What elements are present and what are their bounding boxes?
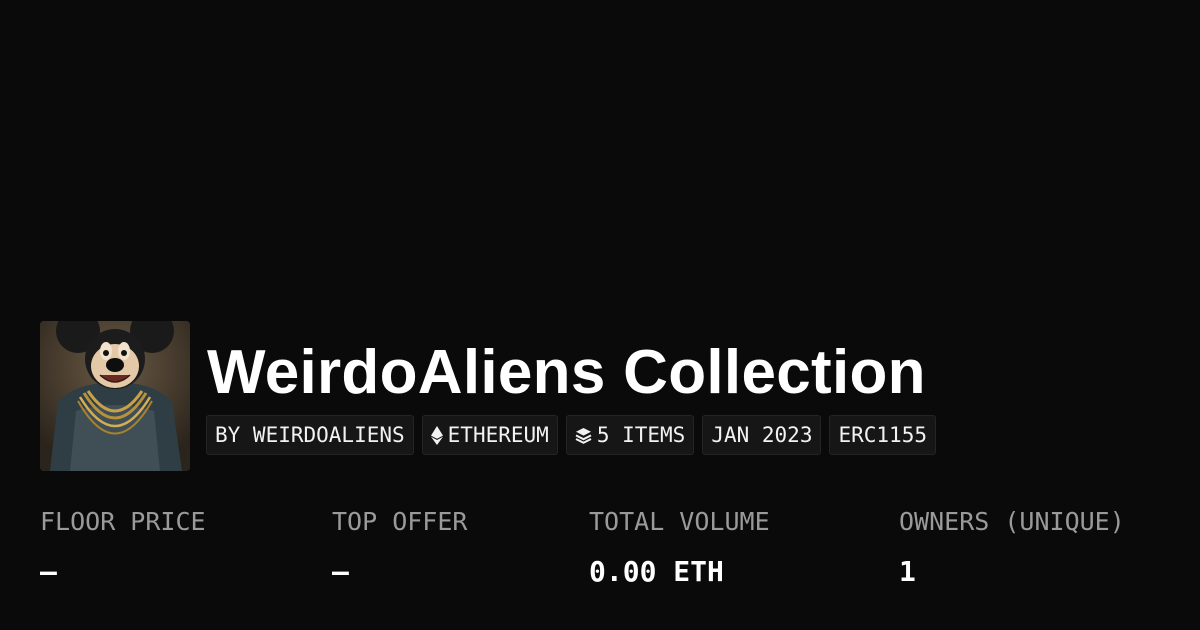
- total-volume-label: TOTAL VOLUME: [589, 507, 770, 536]
- ethereum-icon: [430, 425, 443, 445]
- avatar-image: [40, 321, 190, 471]
- total-volume-value: 0.00 ETH: [589, 555, 724, 588]
- items-badge-label: 5 ITEMS: [596, 423, 686, 447]
- items-badge: 5 ITEMS: [565, 415, 695, 455]
- collection-avatar: [40, 321, 190, 471]
- owners-label: OWNERS (UNIQUE): [899, 507, 1125, 536]
- chain-badge: ETHEREUM: [421, 415, 558, 455]
- collection-badges: BY WEIRDOALIENS ETHEREUM 5 ITEMS JAN 202…: [206, 415, 936, 455]
- creator-badge-label: BY WEIRDOALIENS: [215, 423, 405, 447]
- date-badge: JAN 2023: [702, 415, 822, 455]
- standard-badge-label: ERC1155: [838, 423, 927, 447]
- top-offer-label: TOP OFFER: [332, 507, 468, 536]
- layers-icon: [575, 427, 592, 444]
- chain-badge-label: ETHEREUM: [447, 423, 549, 447]
- top-offer-value: —: [332, 555, 349, 588]
- collection-title: WeirdoAliens Collection: [207, 338, 926, 407]
- date-badge-label: JAN 2023: [711, 423, 813, 447]
- creator-badge[interactable]: BY WEIRDOALIENS: [206, 415, 414, 455]
- standard-badge: ERC1155: [829, 415, 936, 455]
- floor-price-label: FLOOR PRICE: [40, 507, 206, 536]
- owners-value: 1: [899, 555, 916, 588]
- floor-price-value: —: [40, 555, 57, 588]
